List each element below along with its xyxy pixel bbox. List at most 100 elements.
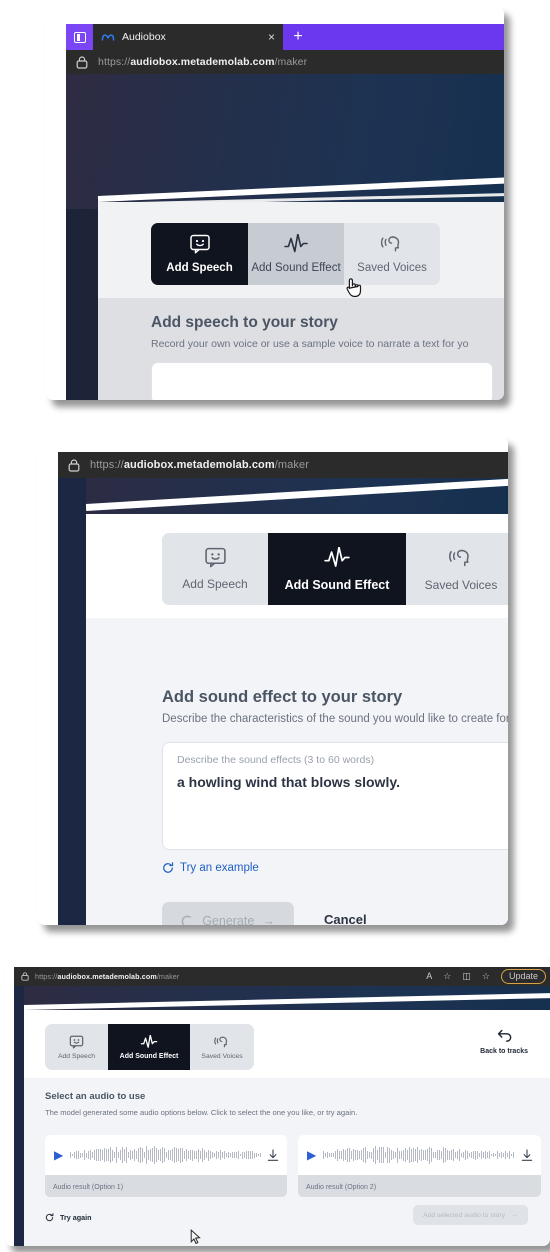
new-tab-icon[interactable]: + <box>288 28 308 46</box>
lock-icon <box>68 458 80 472</box>
download-icon[interactable] <box>267 1148 279 1162</box>
address-bar-url: https://audiobox.metademolab.com/maker <box>35 972 179 981</box>
address-bar-1[interactable]: https://audiobox.metademolab.com/maker <box>66 50 504 74</box>
tab-actions-icon[interactable] <box>66 24 93 50</box>
add-selected-audio-label: Add selected audio to story <box>423 1211 506 1219</box>
speaking-head-icon <box>449 549 469 566</box>
url-domain: audiobox.metademolab.com <box>123 459 275 471</box>
speech-bubble-smiley-icon <box>69 1035 84 1049</box>
tab-saved-voices[interactable]: Saved Voices <box>190 1024 254 1070</box>
url-scheme: https:// <box>98 56 131 68</box>
waveform-icon <box>324 546 350 567</box>
collections-icon[interactable]: ☆ <box>482 972 490 981</box>
url-path: /maker <box>274 56 308 68</box>
tab-label-add-sound-effect: Add Sound Effect <box>284 577 390 592</box>
app-card-2: Add Speech Add Sound Effect Saved Voices… <box>86 514 508 925</box>
app-card-3: Add Speech Add Sound Effect Saved Voices… <box>24 1010 550 1246</box>
generate-button[interactable]: Generate → <box>162 902 294 925</box>
tab-add-speech[interactable]: Add Speech <box>151 223 248 285</box>
update-button[interactable]: Update <box>500 969 546 984</box>
text-input-1[interactable] <box>151 362 493 400</box>
tab-add-sound-effect[interactable]: Add Sound Effect <box>248 223 344 285</box>
waveform-icon <box>140 1034 158 1048</box>
screenshot-panel-2: https://audiobox.metademolab.com/maker A… <box>38 437 508 925</box>
url-domain: audiobox.metademolab.com <box>130 56 275 68</box>
url-path: /maker <box>274 459 309 471</box>
section-title-2: Add sound effect to your story <box>162 688 403 706</box>
browser-window-3: https://audiobox.metademolab.com/maker A… <box>14 967 550 1246</box>
generate-label: Generate <box>202 914 255 925</box>
section-subtitle-1: Record your own voice or use a sample vo… <box>151 338 469 350</box>
back-to-tracks-button[interactable]: Back to tracks <box>480 1029 528 1055</box>
meta-logo-icon <box>101 33 115 41</box>
mode-tabs-1: Add Speech Add Sound Effect Saved Voices <box>151 223 440 285</box>
tab-add-speech[interactable]: Add Speech <box>162 533 268 605</box>
tab-label-add-sound-effect: Add Sound Effect <box>251 262 341 274</box>
url-scheme: https:// <box>90 459 124 471</box>
section-title-3: Select an audio to use <box>45 1091 146 1102</box>
section-title-1: Add speech to your story <box>151 314 338 331</box>
cancel-button[interactable]: Cancel <box>324 912 367 925</box>
input-value: a howling wind that blows slowly. <box>177 774 400 790</box>
download-icon[interactable] <box>521 1148 533 1162</box>
browser-tab-strip: Audiobox × + <box>66 24 504 50</box>
tab-saved-voices[interactable]: Saved Voices <box>406 533 508 605</box>
browser-tab-title: Audiobox <box>122 31 166 43</box>
page-left-gutter-3 <box>14 986 24 1246</box>
tab-add-speech[interactable]: Add Speech <box>45 1024 108 1070</box>
url-path: /maker <box>156 972 180 981</box>
audio-waveform-2 <box>323 1145 517 1165</box>
refresh-icon <box>45 1213 54 1222</box>
tab-label-add-speech: Add Speech <box>166 262 233 274</box>
app-card-1: Add Speech Add Sound Effect Saved Voices… <box>98 202 504 400</box>
tab-label-saved-voices: Saved Voices <box>357 262 427 274</box>
speech-bubble-smiley-icon <box>204 547 226 568</box>
generate-arrow-icon: → <box>262 914 275 925</box>
input-placeholder: Describe the sound effects (3 to 60 word… <box>177 754 375 766</box>
section-subtitle-2: Describe the characteristics of the soun… <box>162 713 508 725</box>
address-bar-3[interactable]: https://audiobox.metademolab.com/maker A… <box>14 967 550 986</box>
play-icon[interactable]: ▶ <box>307 1149 316 1161</box>
tab-label-add-speech: Add Speech <box>182 577 248 591</box>
try-again-label: Try again <box>60 1213 92 1222</box>
tab-label-saved-voices: Saved Voices <box>424 577 498 592</box>
try-an-example-label: Try an example <box>180 862 259 874</box>
audio-result-card-1[interactable]: ▶ Audio result (Option 1) <box>45 1135 287 1197</box>
tab-label-add-speech: Add Speech <box>57 1052 96 1060</box>
lock-icon <box>76 55 88 69</box>
mode-tabs-2: Add Speech Add Sound Effect Saved Voices <box>162 533 508 605</box>
tab-add-sound-effect[interactable]: Add Sound Effect <box>268 533 406 605</box>
browser-tab-audiobox[interactable]: Audiobox × <box>93 24 283 50</box>
lock-icon <box>21 972 29 981</box>
undo-arrow-icon <box>497 1029 511 1042</box>
screenshot-panel-3: https://audiobox.metademolab.com/maker A… <box>5 957 550 1246</box>
add-selected-audio-arrow-icon: → <box>511 1211 518 1219</box>
section-subtitle-3: The model generated some audio options b… <box>45 1108 358 1117</box>
audio-result-card-2[interactable]: ▶ Audio result (Option 2) <box>298 1135 541 1197</box>
speaking-head-icon <box>214 1036 228 1047</box>
address-bar-url: https://audiobox.metademolab.com/maker <box>98 56 307 68</box>
edge-toolbar-icons: A ☆ ◫ ☆ Update <box>426 969 550 984</box>
try-again-button[interactable]: Try again <box>45 1213 92 1222</box>
address-bar-2[interactable]: https://audiobox.metademolab.com/maker <box>58 452 508 478</box>
play-icon[interactable]: ▶ <box>54 1149 63 1161</box>
favorite-star-icon[interactable]: ☆ <box>443 972 451 981</box>
try-an-example-link[interactable]: Try an example <box>162 862 259 874</box>
audio-player-1: ▶ <box>45 1135 287 1175</box>
tab-label-add-sound-effect: Add Sound Effect <box>119 1052 179 1060</box>
tab-saved-voices[interactable]: Saved Voices <box>344 223 440 285</box>
audio-waveform-1 <box>70 1145 263 1165</box>
speaking-head-icon <box>380 236 400 252</box>
url-domain: audiobox.metademolab.com <box>57 972 157 981</box>
mode-tabs-3: Add Speech Add Sound Effect Saved Voices <box>45 1024 254 1070</box>
tab-label-saved-voices: Saved Voices <box>201 1052 243 1060</box>
tab-add-sound-effect[interactable]: Add Sound Effect <box>108 1024 190 1070</box>
read-aloud-icon[interactable]: A <box>426 972 432 981</box>
sound-effect-description-input[interactable]: Describe the sound effects (3 to 60 word… <box>162 742 508 850</box>
audio-result-caption-1: Audio result (Option 1) <box>53 1184 124 1191</box>
speech-bubble-smiley-icon <box>189 234 210 254</box>
page-left-gutter-2 <box>58 478 86 925</box>
add-selected-audio-button[interactable]: Add selected audio to story → <box>413 1205 528 1225</box>
split-screen-icon[interactable]: ◫ <box>462 972 471 981</box>
close-tab-icon[interactable]: × <box>268 31 275 43</box>
